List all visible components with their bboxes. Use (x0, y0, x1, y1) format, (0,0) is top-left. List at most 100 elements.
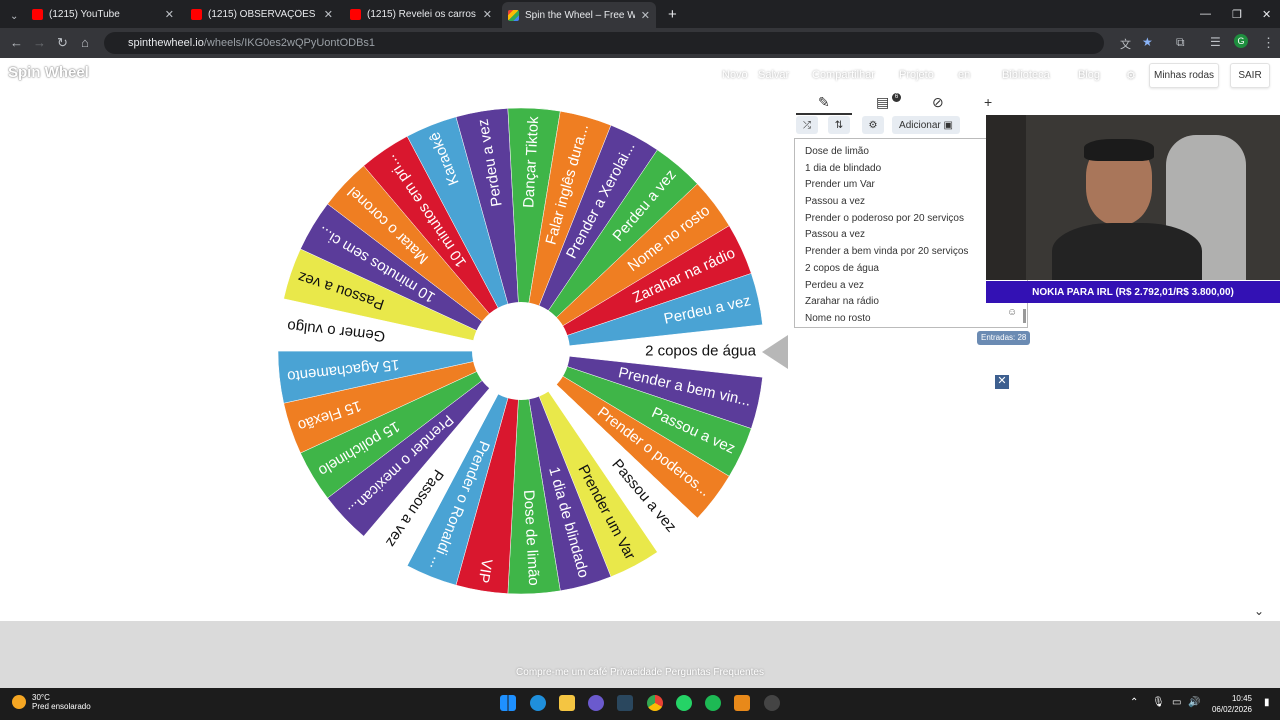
forward-icon[interactable]: → (33, 35, 46, 50)
panel-tabs: ✎ ▤ 6 ⊘ + (796, 90, 992, 116)
chrome-icon[interactable] (647, 695, 663, 711)
language-selector[interactable]: en (958, 69, 970, 81)
network-icon[interactable]: ▭ (1172, 697, 1181, 708)
close-overlay-icon[interactable]: ✕ (995, 375, 1009, 389)
streamer-shirt (1052, 223, 1202, 280)
tab-title: Spin the Wheel – Free Wheel Sp (525, 9, 635, 21)
mic-icon[interactable]: 🎙 (1152, 697, 1165, 708)
sair-button[interactable]: SAIR (1230, 63, 1270, 88)
site-logo[interactable]: Spin Wheel (8, 64, 89, 81)
youtube-icon (191, 8, 202, 20)
temperature: 30°C (32, 693, 50, 702)
streamer-hair (1084, 139, 1154, 161)
spin-wheel-icon (508, 9, 519, 21)
weather-widget[interactable]: 30°C Pred ensolarado (12, 693, 91, 711)
tab-title: (1215) YouTube (49, 8, 120, 20)
spotify-icon[interactable] (705, 695, 721, 711)
emoji-icon[interactable]: ☺ (1007, 307, 1017, 318)
browser-tab-youtube[interactable]: (1215) YouTube ✕ (26, 4, 180, 24)
scrollbar[interactable] (1023, 309, 1026, 323)
close-tab-icon[interactable]: ✕ (324, 8, 333, 21)
webcam-overlay (986, 115, 1280, 280)
spin-wheel[interactable]: 2 copos de águaPrender a bem vin...Passo… (276, 106, 766, 596)
wheel-segment-label: 2 copos de água (645, 343, 757, 360)
tray-chevron-icon[interactable]: ⌃ (1130, 697, 1138, 708)
bookmark-star-icon[interactable]: ★ (1142, 35, 1153, 49)
windows-start-icon[interactable] (500, 695, 516, 711)
salvar-link[interactable]: Salvar (758, 69, 789, 81)
back-icon[interactable]: ← (10, 35, 23, 50)
steam-icon[interactable] (617, 695, 633, 711)
edit-pencil-icon[interactable]: ✎ (818, 94, 830, 111)
url-domain: spinthewheel.io (128, 37, 204, 49)
volume-icon[interactable]: 🔊 (1188, 697, 1200, 708)
whatsapp-icon[interactable] (676, 695, 692, 711)
browser-tab-revelei[interactable]: (1215) Revelei os carros modifi ✕ (344, 4, 498, 24)
close-tab-icon[interactable]: ✕ (165, 8, 174, 21)
chevron-down-icon[interactable]: ⌄ (1254, 604, 1264, 618)
minimize-icon[interactable]: — (1194, 4, 1217, 24)
minhas-rodas-button[interactable]: Minhas rodas (1149, 63, 1219, 88)
wheel-pointer-icon (762, 335, 788, 369)
shuffle-icon[interactable]: ⤮ (796, 116, 818, 134)
spinthewheel-page: Spin Wheel Novo Salvar Compartilhar Proj… (0, 58, 1280, 621)
compartilhar-link[interactable]: Compartilhar (812, 69, 875, 81)
app-icon[interactable] (734, 695, 750, 711)
address-bar[interactable]: spinthewheel.io/wheels/IKG0es2wQPyUontOD… (104, 32, 1104, 54)
clock-time: 10:45 (1231, 694, 1252, 703)
windows-taskbar: 30°C Pred ensolarado ⌃ 🎙 ▭ 🔊 10:45 06/02… (0, 688, 1280, 720)
edge-icon[interactable] (530, 695, 546, 711)
browser-tab-observacoes[interactable]: (1215) OBSERVAÇÕES DIÁRIAS ✕ (185, 4, 339, 24)
youtube-icon (350, 8, 361, 20)
add-icon[interactable]: + (984, 94, 992, 110)
media-icon[interactable]: ☰ (1210, 35, 1221, 49)
active-tab-indicator (796, 113, 852, 115)
page-footer: Compre-me um café Privacidade Perguntas … (0, 621, 1280, 688)
projeto-link[interactable]: Projeto (899, 69, 934, 81)
close-tab-icon[interactable]: ✕ (483, 8, 492, 21)
adicionar-image-button[interactable]: Adicionar ▣ (892, 116, 960, 134)
browser-toolbar: ← → ↻ ⌂ spinthewheel.io/wheels/IKG0es2wQ… (0, 28, 1280, 58)
maximize-icon[interactable]: ❐ (1226, 4, 1248, 24)
reload-icon[interactable]: ↻ (57, 35, 68, 51)
file-explorer-icon[interactable] (559, 695, 575, 711)
browser-tab-strip: ⌄ (1215) YouTube ✕ (1215) OBSERVAÇÕES DI… (0, 0, 1280, 28)
tab-title: (1215) OBSERVAÇÕES DIÁRIAS (208, 8, 318, 20)
hide-eye-icon[interactable]: ⊘ (932, 94, 944, 111)
obs-icon[interactable] (764, 695, 780, 711)
footer-links[interactable]: Compre-me um café Privacidade Perguntas … (0, 667, 1280, 678)
blog-link[interactable]: Blog (1078, 69, 1100, 81)
image-icon: ▣ (943, 119, 953, 131)
youtube-icon (32, 8, 43, 20)
settings-icon[interactable]: ⚙ (1126, 69, 1136, 82)
discord-icon[interactable] (588, 695, 604, 711)
profile-avatar[interactable]: G (1234, 34, 1248, 48)
extensions-icon[interactable]: ⧉ (1176, 35, 1185, 50)
tab-search-icon[interactable]: ⌄ (4, 6, 24, 26)
notifications-icon[interactable]: ▮ (1264, 697, 1270, 708)
menu-icon[interactable]: ⋮ (1262, 35, 1275, 51)
system-clock[interactable]: 10:45 06/02/2026 (1206, 693, 1252, 715)
results-badge: 6 (892, 93, 901, 102)
url-path: /wheels/IKG0es2wQPyUontODBs1 (203, 37, 376, 49)
entries-count: Entradas: 28 (977, 331, 1031, 345)
close-window-icon[interactable]: ✕ (1256, 4, 1277, 24)
weather-text: Pred ensolarado (32, 702, 91, 711)
browser-tab-spinthewheel[interactable]: Spin the Wheel – Free Wheel Sp ✕ (502, 2, 656, 28)
close-tab-icon[interactable]: ✕ (641, 9, 650, 22)
entry-line: Nome no rosto (805, 312, 871, 324)
translate-icon[interactable]: 文 (1120, 36, 1131, 52)
home-icon[interactable]: ⌂ (81, 35, 89, 50)
tab-title: (1215) Revelei os carros modifi (367, 8, 477, 20)
adicionar-label: Adicionar (899, 119, 941, 131)
sort-icon[interactable]: ⇅ (828, 116, 850, 134)
new-tab-button[interactable]: + (662, 4, 683, 24)
sun-icon (12, 695, 26, 709)
biblioteca-link[interactable]: Biblioteca (1002, 69, 1050, 81)
clipboard-list-icon[interactable]: ▤ (876, 94, 889, 111)
clock-date: 06/02/2026 (1211, 705, 1252, 714)
gear-icon[interactable]: ⚙ (862, 116, 884, 134)
novo-link[interactable]: Novo (722, 69, 748, 81)
donation-goal-banner: NOKIA PARA IRL (R$ 2.792,01/R$ 3.800,00) (986, 281, 1280, 303)
wheel-center-hub[interactable] (472, 302, 570, 400)
